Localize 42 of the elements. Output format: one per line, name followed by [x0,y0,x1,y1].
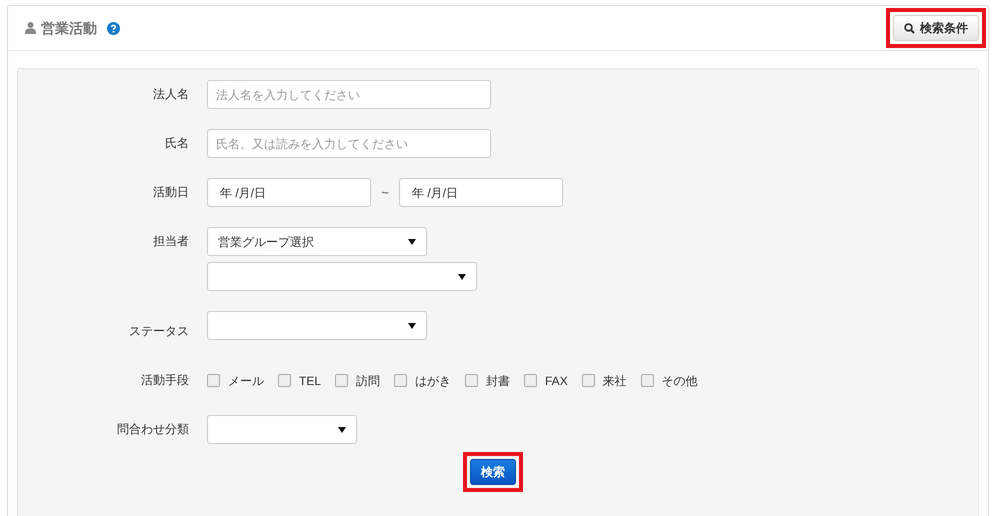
checkbox-label: TEL [299,372,322,390]
range-separator: ~ [380,184,390,202]
checkbox-label: 訪問 [356,372,380,390]
caret-icon [338,426,346,432]
select-field[interactable]: 営業グループ選択 [207,227,427,256]
checkbox-label: はがき [415,372,452,390]
checkbox[interactable] [394,374,408,387]
checkbox-label: 封書 [486,372,510,390]
checkbox[interactable] [278,374,291,387]
search-icon [904,22,915,34]
checkbox-label: メール [228,372,264,390]
field-label: 法人名 [152,86,189,103]
select-field[interactable] [207,311,427,340]
search-button[interactable]: 検索 [470,459,516,485]
field-label: ステータス [128,323,189,340]
checkbox[interactable] [335,374,348,387]
checkbox[interactable] [640,374,654,387]
checkbox[interactable] [524,374,538,387]
text-field[interactable]: 氏名、又は読みを入力してください [207,129,491,158]
search-conditions-button[interactable]: 検索条件 [893,15,979,41]
caret-icon [408,238,416,244]
select-field[interactable] [207,415,357,444]
field-label: 活動日 [152,184,189,201]
text-field[interactable]: 法人名を入力してください [207,80,491,109]
checkbox-label: FAX [545,372,568,390]
date-field[interactable]: 年 /月/日 [399,178,563,207]
checkbox-label: その他 [662,372,698,390]
field-label: 活動手段 [140,372,189,389]
field-label: 氏名 [164,135,189,152]
date-field[interactable]: 年 /月/日 [207,178,371,207]
caret-icon [458,274,466,280]
checkbox[interactable] [465,374,478,387]
checkbox-label: 来社 [602,372,627,390]
select-field[interactable] [207,262,477,291]
checkbox[interactable] [582,374,595,387]
caret-icon [408,322,416,328]
field-label: 担当者 [152,233,189,250]
help-icon[interactable] [107,22,120,34]
field-label: 問合わせ分類 [116,421,189,438]
page-title: 営業活動 [41,18,97,38]
person-icon [25,22,36,34]
checkbox[interactable] [207,374,220,387]
